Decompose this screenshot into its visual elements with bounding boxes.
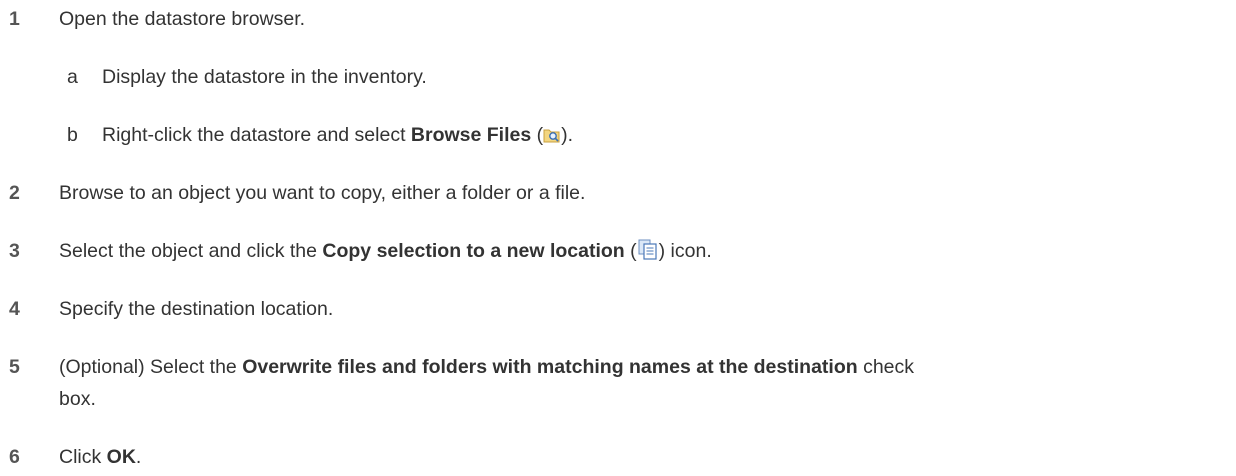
ui-term-overwrite: Overwrite files and folders with matchin… — [242, 356, 858, 378]
substep-text-after: ). — [561, 124, 574, 146]
step-number: 3 — [9, 240, 20, 262]
step-text-before: Select the object and click the — [59, 240, 323, 262]
ui-term-copy-selection: Copy selection to a new location — [322, 240, 625, 262]
step-text-after: check — [857, 356, 915, 378]
step-text-before: Click — [59, 446, 107, 468]
step-text-before: (Optional) Select the — [59, 356, 243, 378]
step-number: 1 — [9, 8, 20, 30]
substep-letter: b — [67, 124, 78, 146]
step-text-after: . — [135, 446, 142, 468]
step-number: 6 — [9, 446, 20, 468]
step-number: 4 — [9, 298, 20, 320]
step-text: Click OK. — [59, 444, 141, 470]
step-text: Select the object and click the Copy sel… — [59, 238, 712, 267]
step-text: Browse to an object you want to copy, ei… — [59, 182, 586, 204]
substep-letter: a — [67, 66, 78, 88]
step-text: (Optional) Select the Overwrite files an… — [59, 354, 914, 380]
substep-text: Right-click the datastore and select Bro… — [102, 122, 573, 151]
step-text-after: ) icon. — [658, 240, 712, 262]
substep-text-before: Right-click the datastore and select — [102, 124, 411, 146]
step-text: Open the datastore browser. — [59, 8, 306, 30]
browse-files-icon — [543, 125, 561, 151]
substep-text: Display the datastore in the inventory. — [102, 66, 427, 88]
step-text: Specify the destination location. — [59, 298, 334, 320]
step-number: 5 — [9, 356, 20, 378]
ui-term-browse-files: Browse Files — [410, 124, 532, 146]
step-number: 2 — [9, 182, 20, 204]
copy-icon — [637, 238, 659, 267]
ui-term-ok: OK — [106, 446, 136, 468]
step-text-continuation: box. — [59, 388, 96, 410]
